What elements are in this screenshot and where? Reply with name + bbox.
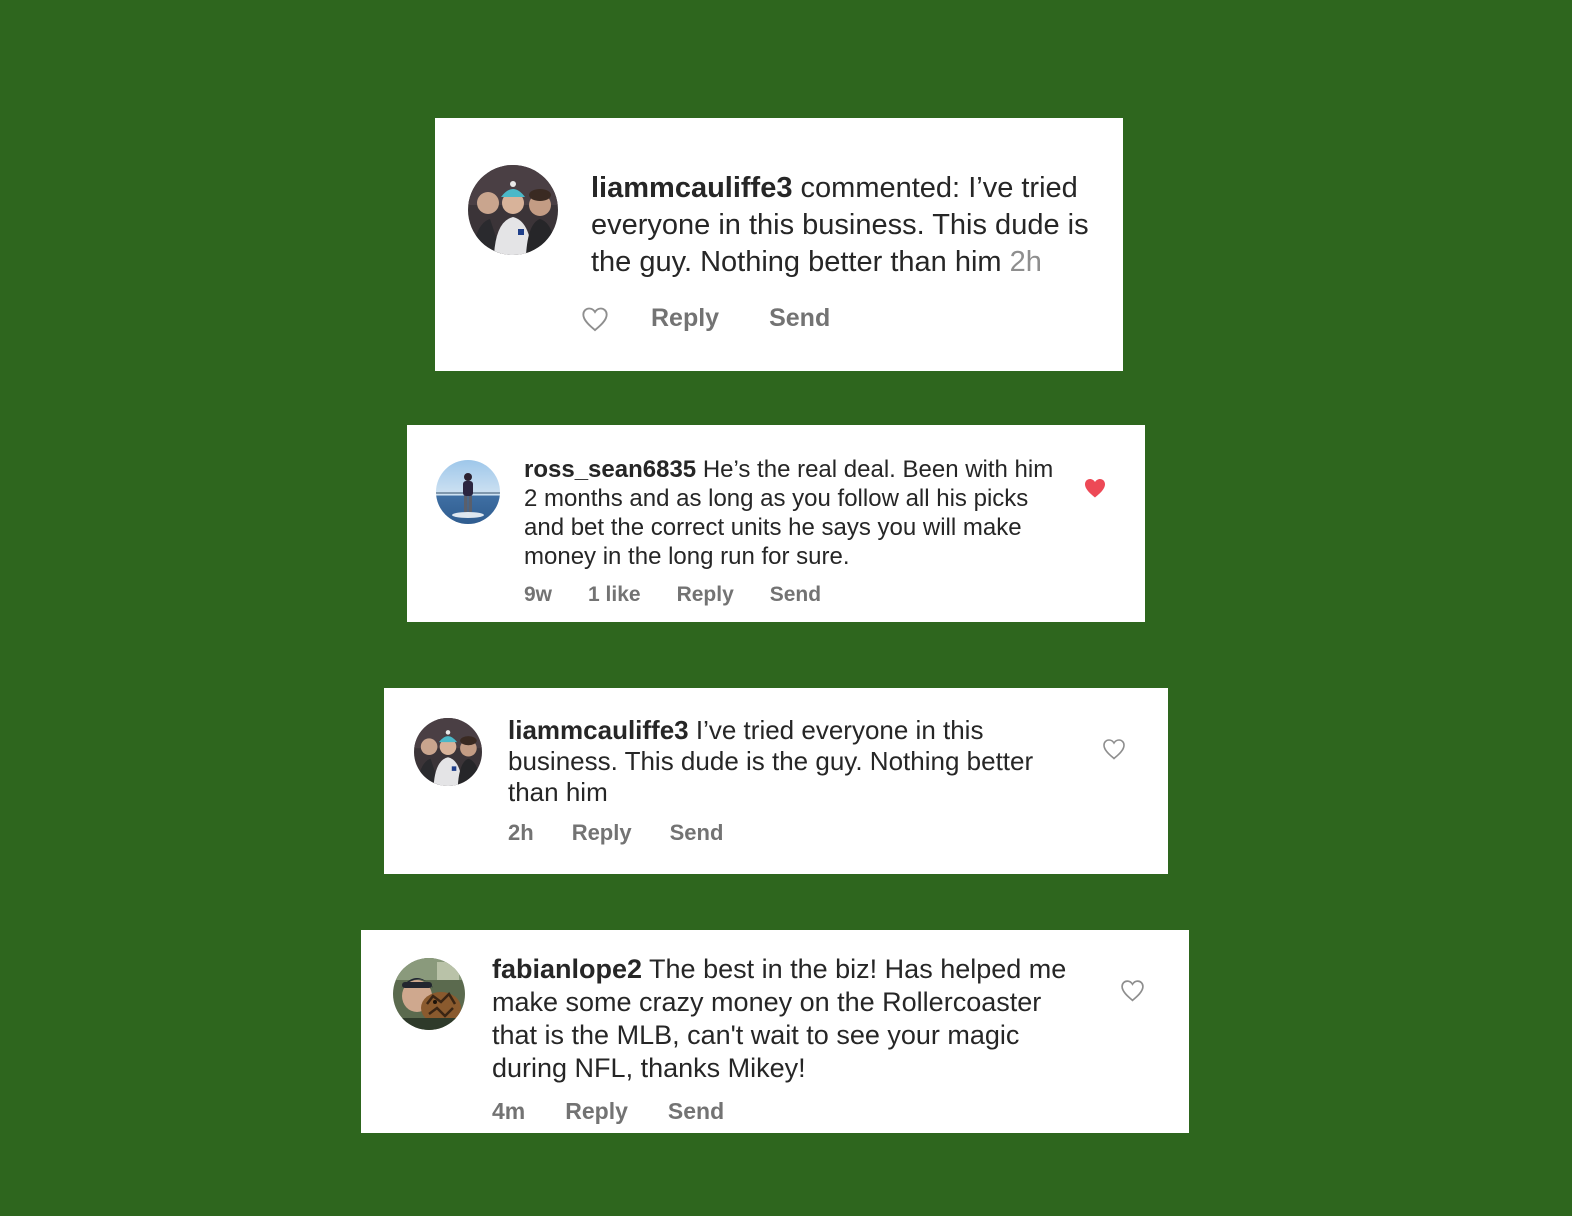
username[interactable]: ross_sean6835 <box>524 456 696 483</box>
send-button[interactable]: Send <box>670 820 724 846</box>
timestamp: 2h <box>1009 246 1042 278</box>
avatar[interactable] <box>393 958 465 1030</box>
comment-card: liammcauliffe3 commented: I’ve tried eve… <box>435 118 1123 371</box>
heart-outline-icon[interactable] <box>581 306 609 332</box>
like-count[interactable]: 1 like <box>588 583 641 607</box>
send-button[interactable]: Send <box>770 583 821 607</box>
profile-photo <box>436 460 500 524</box>
comment-actions: 9w 1 like Reply Send <box>524 583 857 607</box>
heart-outline-icon[interactable] <box>1120 979 1145 1002</box>
send-button[interactable]: Send <box>668 1098 724 1125</box>
heart-outline-icon[interactable] <box>1102 738 1126 760</box>
avatar[interactable] <box>468 165 558 255</box>
comment-body: ross_sean6835 He’s the real deal. Been w… <box>524 455 1064 571</box>
send-button[interactable]: Send <box>769 304 830 333</box>
reply-button[interactable]: Reply <box>572 820 632 846</box>
comment-actions: Reply Send <box>581 304 830 333</box>
comment-actions: 2h Reply Send <box>508 820 761 846</box>
profile-photo <box>393 958 465 1030</box>
username[interactable]: fabianlope2 <box>492 954 642 984</box>
comment-body: liammcauliffe3 I’ve tried everyone in th… <box>508 715 1078 808</box>
comment-body: fabianlope2 The best in the biz! Has hel… <box>492 953 1092 1085</box>
comment-card: fabianlope2 The best in the biz! Has hel… <box>361 930 1189 1133</box>
comment-card: liammcauliffe3 I’ve tried everyone in th… <box>384 688 1168 874</box>
avatar[interactable] <box>414 718 482 786</box>
avatar[interactable] <box>436 460 500 524</box>
timestamp: 4m <box>492 1098 526 1124</box>
username[interactable]: liammcauliffe3 <box>508 715 689 745</box>
comment-prefix: commented: <box>800 172 969 204</box>
profile-photo <box>468 165 558 255</box>
reply-button[interactable]: Reply <box>677 583 734 607</box>
username[interactable]: liammcauliffe3 <box>591 172 792 204</box>
heart-filled-icon[interactable] <box>1083 477 1107 499</box>
profile-photo <box>414 718 482 786</box>
reply-button[interactable]: Reply <box>651 304 719 333</box>
comment-actions: 4m Reply Send <box>492 1098 764 1125</box>
comment-card: ross_sean6835 He’s the real deal. Been w… <box>407 425 1145 622</box>
timestamp: 9w <box>524 583 553 606</box>
timestamp: 2h <box>508 820 534 845</box>
comment-body: liammcauliffe3 commented: I’ve tried eve… <box>591 170 1096 281</box>
reply-button[interactable]: Reply <box>565 1098 628 1125</box>
